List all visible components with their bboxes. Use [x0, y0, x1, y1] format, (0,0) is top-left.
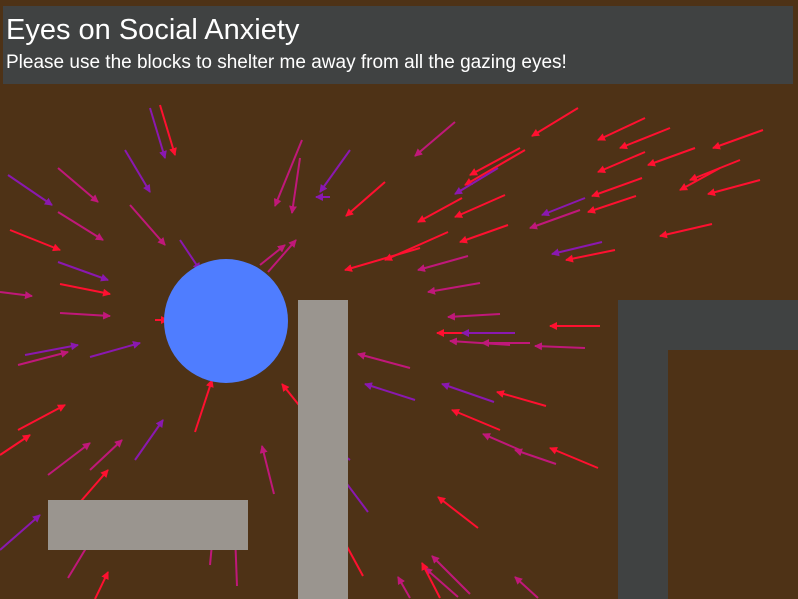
gaze-arrow-icon: [565, 249, 616, 263]
gaze-arrow-icon: [397, 576, 411, 599]
gaze-arrow-icon: [587, 195, 637, 214]
gaze-arrow-icon: [319, 149, 351, 193]
gaze-arrow-icon: [591, 177, 643, 198]
gaze-arrow-icon: [431, 555, 471, 595]
gaze-arrow-icon: [679, 167, 721, 191]
gaze-arrow-icon: [496, 390, 547, 407]
gaze-arrow-icon: [464, 149, 526, 186]
gaze-arrow-icon: [57, 167, 99, 203]
gaze-arrow-icon: [384, 231, 449, 261]
gaze-arrow-icon: [129, 204, 166, 246]
instruction-text: Please use the blocks to shelter me away…: [6, 52, 567, 73]
gaze-arrow-icon: [273, 139, 303, 207]
gaze-arrow-icon: [549, 447, 599, 469]
gaze-arrow-icon: [482, 433, 521, 451]
gaze-arrow-icon: [259, 445, 275, 495]
gaze-arrow-icon: [437, 496, 479, 529]
gaze-arrow-icon: [514, 448, 557, 465]
gaze-arrow-icon: [424, 567, 459, 598]
gaze-arrow-icon: [689, 159, 741, 182]
gaze-arrow-icon: [357, 351, 411, 369]
gaze-arrow-icon: [24, 342, 79, 356]
gaze-arrow-icon: [94, 571, 109, 599]
game-canvas: Eyes on Social Anxiety Please use the bl…: [0, 0, 798, 599]
gaze-arrow-icon: [47, 442, 91, 476]
gaze-arrow-icon: [619, 127, 671, 150]
gaze-arrow-icon: [414, 121, 456, 157]
gaze-arrow-icon: [597, 117, 646, 141]
gaze-arrow-icon: [449, 337, 511, 346]
gaze-arrow-icon: [427, 282, 481, 295]
horizontal-block[interactable]: [48, 500, 248, 550]
gaze-arrow-icon: [659, 223, 713, 239]
gaze-arrow-icon: [267, 239, 297, 273]
gaze-arrow-icon: [647, 147, 696, 167]
gaze-arrow-icon: [17, 404, 66, 431]
gaze-arrow-icon: [707, 179, 761, 197]
gaze-arrow-icon: [421, 562, 441, 599]
gaze-arrow-icon: [529, 209, 581, 230]
gaze-arrow-icon: [159, 104, 177, 156]
gaze-arrow-icon: [514, 576, 539, 599]
gaze-arrow-icon: [17, 349, 69, 366]
gaze-arrow-icon: [57, 261, 109, 282]
gaze-arrow-icon: [469, 147, 521, 176]
gaze-arrow-icon: [345, 181, 386, 217]
gaze-arrow-icon: [441, 382, 495, 403]
gaze-arrow-icon: [597, 151, 646, 173]
gaze-arrow-icon: [454, 194, 506, 218]
gaze-arrow-icon: [531, 107, 579, 137]
gaze-arrow-icon: [447, 312, 501, 321]
gaze-arrow-icon: [134, 419, 164, 461]
l-wall-side: [618, 300, 668, 599]
gaze-arrow-icon: [344, 247, 421, 272]
gaze-arrow-icon: [89, 341, 141, 358]
gaze-arrow-icon: [149, 107, 167, 159]
gaze-arrow-icon: [451, 409, 501, 431]
player-circle: [164, 259, 288, 383]
gaze-arrow-icon: [7, 174, 53, 206]
game-title: Eyes on Social Anxiety: [6, 14, 300, 46]
gaze-arrow-icon: [259, 244, 286, 266]
vertical-block[interactable]: [298, 300, 348, 599]
gaze-arrow-icon: [534, 342, 586, 351]
gaze-arrow-icon: [712, 129, 764, 150]
gaze-arrow-icon: [59, 283, 111, 297]
gaze-arrow-icon: [124, 149, 151, 193]
gaze-arrow-icon: [364, 382, 416, 401]
gaze-arrow-icon: [417, 255, 469, 272]
gaze-arrow-icon: [59, 311, 111, 320]
gaze-arrow-icon: [194, 379, 214, 433]
gaze-arrow-icon: [9, 229, 61, 252]
gaze-arrow-icon: [454, 167, 499, 195]
gaze-arrow-icon: [417, 197, 463, 223]
gaze-arrow-icon: [0, 434, 31, 456]
gaze-arrow-icon: [89, 439, 123, 471]
gaze-arrow-icon: [289, 157, 301, 214]
gaze-arrow-icon: [551, 241, 603, 257]
header-banner: Eyes on Social Anxiety Please use the bl…: [3, 6, 793, 84]
gaze-arrow-icon: [459, 224, 509, 244]
gaze-arrow-icon: [57, 211, 104, 241]
gaze-arrow-icon: [0, 291, 33, 300]
gaze-arrow-icon: [541, 197, 586, 217]
gaze-arrow-icon: [0, 514, 41, 551]
